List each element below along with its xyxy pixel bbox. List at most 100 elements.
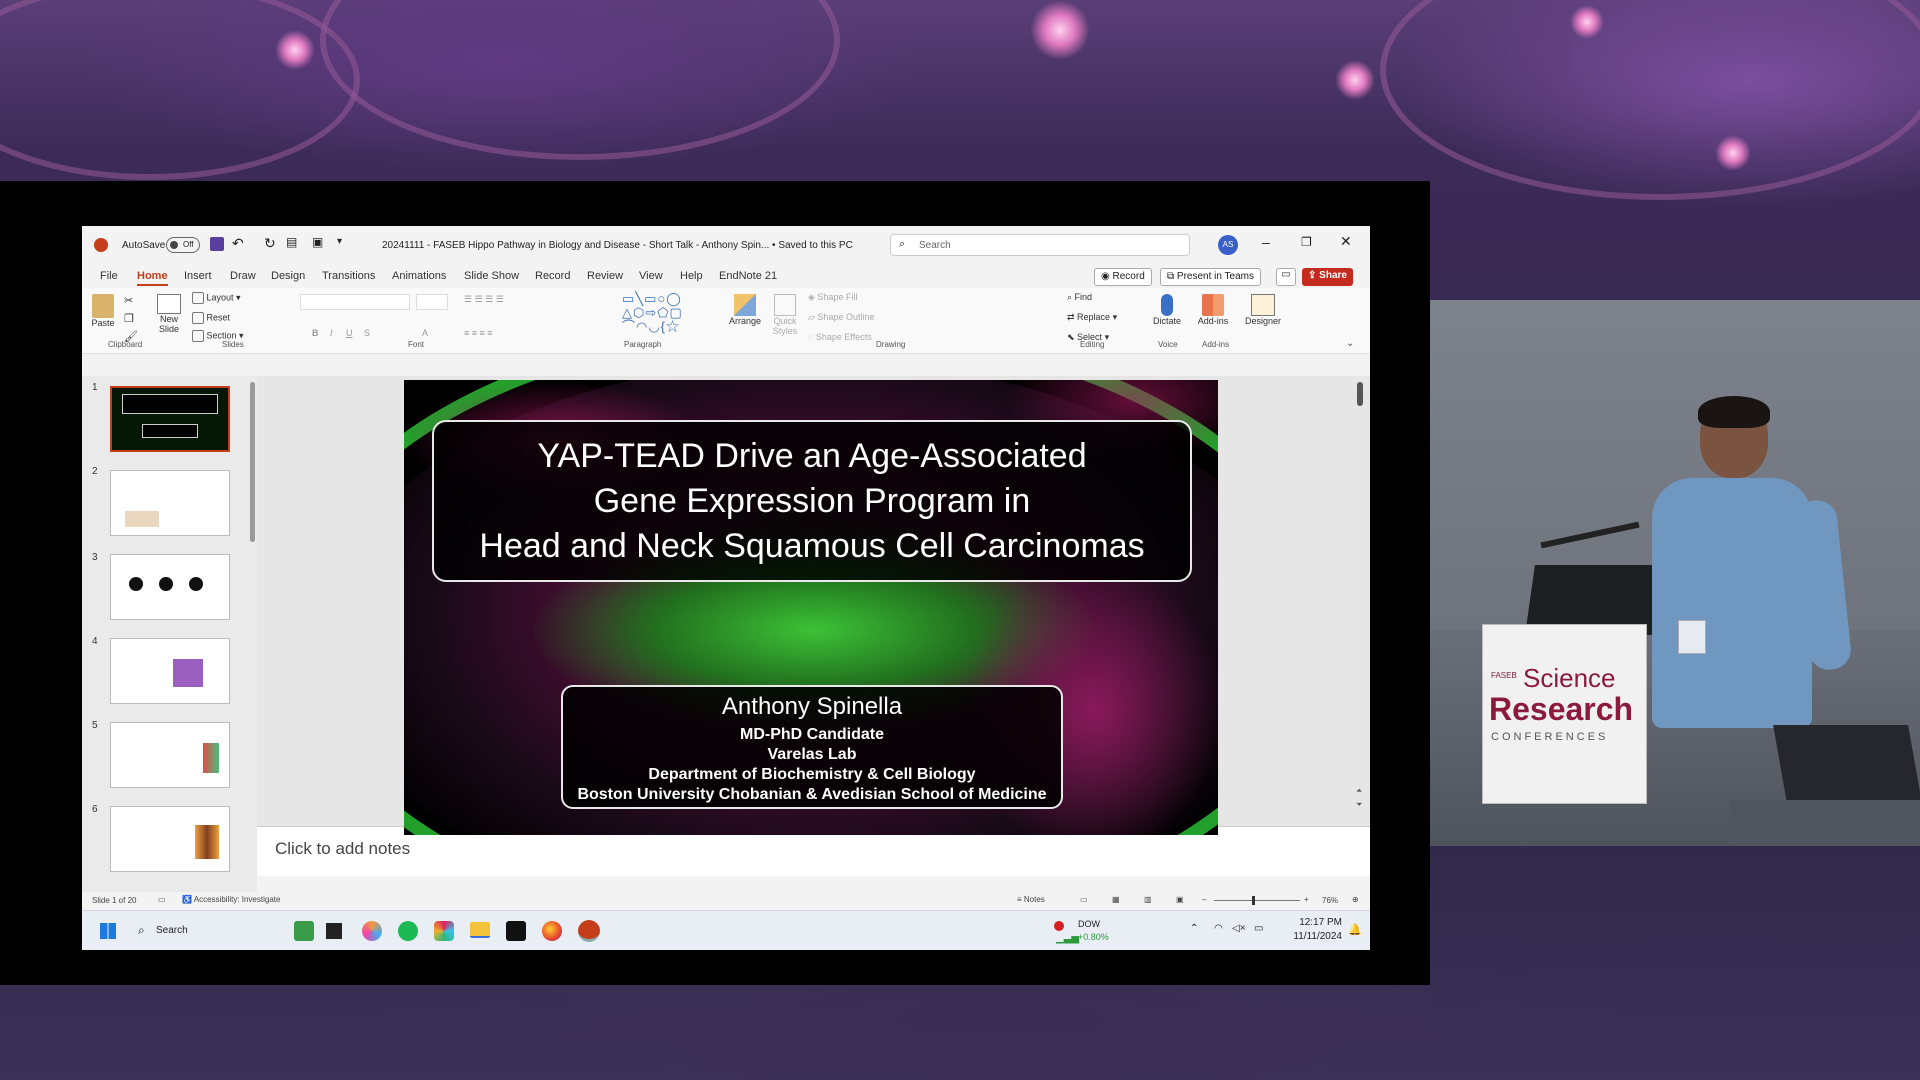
shapes-gallery[interactable]: ▭╲▭○◯ △⬡⇨⬠▢ ⌒◠◡{☆ bbox=[622, 292, 722, 334]
volume-muted-icon[interactable]: ◁× bbox=[1232, 923, 1246, 934]
clock-time[interactable]: 12:17 PM bbox=[1286, 917, 1342, 928]
layout-button[interactable]: Layout ▾ bbox=[192, 292, 241, 304]
battery-icon[interactable]: ▭ bbox=[1254, 923, 1263, 934]
tab-animations[interactable]: Animations bbox=[392, 270, 446, 282]
slide-thumbnail-6[interactable] bbox=[110, 806, 230, 872]
minimize-icon[interactable]: – bbox=[1262, 234, 1270, 250]
zoom-slider[interactable] bbox=[1214, 900, 1300, 901]
taskbar-search[interactable]: ⌕ Search bbox=[138, 921, 288, 941]
tab-design[interactable]: Design bbox=[271, 270, 305, 282]
slide-thumbnail-5[interactable] bbox=[110, 722, 230, 788]
reset-button[interactable]: Reset bbox=[192, 312, 230, 324]
italic-icon[interactable]: I bbox=[330, 328, 333, 338]
notes-button[interactable]: ≡ Notes bbox=[1017, 895, 1045, 904]
next-slide-icon[interactable]: ⏷ bbox=[1356, 800, 1362, 810]
customize-qat-icon[interactable]: ▾ bbox=[337, 236, 342, 247]
wifi-icon[interactable]: ◠ bbox=[1214, 923, 1223, 934]
firefox-icon[interactable] bbox=[542, 921, 562, 941]
widgets-icon[interactable] bbox=[294, 921, 314, 941]
new-slide-button[interactable]: New Slide bbox=[154, 294, 184, 334]
tab-view[interactable]: View bbox=[639, 270, 663, 282]
bold-icon[interactable]: B bbox=[312, 328, 319, 338]
tab-review[interactable]: Review bbox=[587, 270, 623, 282]
powerpoint-taskbar-icon[interactable] bbox=[578, 920, 600, 942]
slide-author-box[interactable]: Anthony Spinella MD-PhD Candidate Varela… bbox=[561, 685, 1063, 809]
undo-icon[interactable]: ↶ bbox=[232, 235, 244, 252]
shape-fill-button[interactable]: ◈ Shape Fill bbox=[808, 292, 857, 303]
slide-thumbnail-2[interactable] bbox=[110, 470, 230, 536]
redo-icon[interactable]: ↻ bbox=[264, 235, 276, 252]
add-ins-button[interactable]: Add-ins bbox=[1194, 294, 1232, 326]
font-name-box[interactable] bbox=[300, 294, 410, 310]
restore-icon[interactable]: ❐ bbox=[1301, 235, 1312, 249]
present-icon[interactable]: ▣ bbox=[312, 235, 323, 249]
shape-outline-button[interactable]: ▱ Shape Outline bbox=[808, 312, 874, 323]
copilot-icon[interactable] bbox=[362, 921, 382, 941]
thumb-scrollbar[interactable] bbox=[250, 382, 255, 542]
terminal-app-icon[interactable] bbox=[506, 921, 526, 941]
tab-record[interactable]: Record bbox=[535, 270, 570, 282]
cut-icon[interactable]: ✂ bbox=[124, 294, 133, 307]
quick-styles-button[interactable]: Quick Styles bbox=[768, 294, 802, 336]
present-in-teams-button[interactable]: ⧉ Present in Teams bbox=[1160, 268, 1261, 286]
prev-slide-icon[interactable]: ⏶ bbox=[1356, 786, 1362, 796]
tab-file[interactable]: File bbox=[100, 270, 118, 282]
save-icon[interactable] bbox=[210, 237, 224, 251]
search-box[interactable]: ⌕ Search bbox=[890, 234, 1190, 256]
accessibility-button[interactable]: ♿ Accessibility: Investigate bbox=[182, 895, 280, 904]
zoom-level[interactable]: 76% bbox=[1322, 896, 1338, 905]
tab-slide-show[interactable]: Slide Show bbox=[464, 270, 519, 282]
font-size-box[interactable] bbox=[416, 294, 448, 310]
notification-bell-icon[interactable]: 🔔 bbox=[1348, 923, 1362, 936]
slideshow-icon[interactable]: ▣ bbox=[1176, 895, 1184, 904]
underline-icon[interactable]: U bbox=[346, 328, 353, 338]
tab-draw[interactable]: Draw bbox=[230, 270, 256, 282]
tab-insert[interactable]: Insert bbox=[184, 270, 212, 282]
format-icon[interactable]: ▤ bbox=[286, 235, 297, 249]
strikethrough-icon[interactable]: S bbox=[364, 328, 370, 338]
zoom-out-icon[interactable]: – bbox=[1202, 895, 1206, 904]
record-button[interactable]: ◉ Record bbox=[1094, 268, 1152, 286]
close-icon[interactable]: ✕ bbox=[1340, 233, 1352, 250]
normal-view-icon[interactable]: ▭ bbox=[1080, 895, 1088, 904]
copy-icon[interactable]: ❐ bbox=[124, 312, 134, 325]
shape-effects-button[interactable]: ◌ Shape Effects bbox=[808, 332, 872, 342]
replace-button[interactable]: ⇄ Replace ▾ bbox=[1067, 312, 1117, 323]
fit-slide-icon[interactable]: ⊕ bbox=[1352, 895, 1359, 904]
slide-thumbnail-1[interactable] bbox=[110, 386, 230, 452]
autosave-toggle[interactable]: Off bbox=[166, 237, 200, 253]
tab-home[interactable]: Home bbox=[137, 270, 168, 286]
task-view-icon[interactable] bbox=[326, 923, 342, 939]
slack-icon[interactable] bbox=[434, 921, 454, 941]
avatar[interactable]: AS bbox=[1218, 235, 1238, 255]
zoom-in-icon[interactable]: + bbox=[1304, 895, 1309, 904]
dictate-button[interactable]: Dictate bbox=[1150, 294, 1184, 326]
show-hidden-icons-icon[interactable]: ⌃ bbox=[1190, 923, 1198, 934]
windows-start-icon[interactable] bbox=[100, 923, 116, 939]
font-color-icon[interactable]: A bbox=[422, 328, 428, 338]
file-explorer-icon[interactable] bbox=[470, 922, 490, 938]
current-slide[interactable]: YAP-TEAD Drive an Age-Associated Gene Ex… bbox=[404, 380, 1218, 835]
stock-widget[interactable]: ▁▃▅ DOW +0.80% bbox=[1052, 915, 1112, 947]
align-icon[interactable]: ≡ ≡ ≡ ≡ bbox=[464, 328, 493, 338]
edit-scrollbar[interactable] bbox=[1357, 382, 1363, 406]
tab-transitions[interactable]: Transitions bbox=[322, 270, 375, 282]
paste-button[interactable]: Paste bbox=[88, 294, 118, 328]
tab-endnote[interactable]: EndNote 21 bbox=[719, 270, 777, 282]
arrange-button[interactable]: Arrange bbox=[728, 294, 762, 326]
zoom-slider-thumb[interactable] bbox=[1252, 896, 1255, 905]
slide-sorter-icon[interactable]: ▦ bbox=[1112, 895, 1120, 904]
slide-thumbnail-3[interactable] bbox=[110, 554, 230, 620]
comments-icon[interactable]: ▭ bbox=[1276, 268, 1296, 286]
tab-help[interactable]: Help bbox=[680, 270, 703, 282]
designer-button[interactable]: Designer bbox=[1242, 294, 1284, 326]
spotify-icon[interactable] bbox=[398, 921, 418, 941]
find-button[interactable]: ⌕ Find bbox=[1067, 292, 1092, 303]
bullets-icon[interactable]: ☰ ☰ ☰ ☰ bbox=[464, 294, 504, 305]
reading-view-icon[interactable]: ▥ bbox=[1144, 895, 1152, 904]
collapse-ribbon-icon[interactable]: ⌄ bbox=[1346, 338, 1354, 349]
share-button[interactable]: ⇪ Share bbox=[1302, 268, 1353, 286]
slide-thumbnail-4[interactable] bbox=[110, 638, 230, 704]
clock-date[interactable]: 11/11/2024 bbox=[1280, 931, 1342, 942]
spelling-icon[interactable]: ▭ bbox=[158, 895, 166, 904]
